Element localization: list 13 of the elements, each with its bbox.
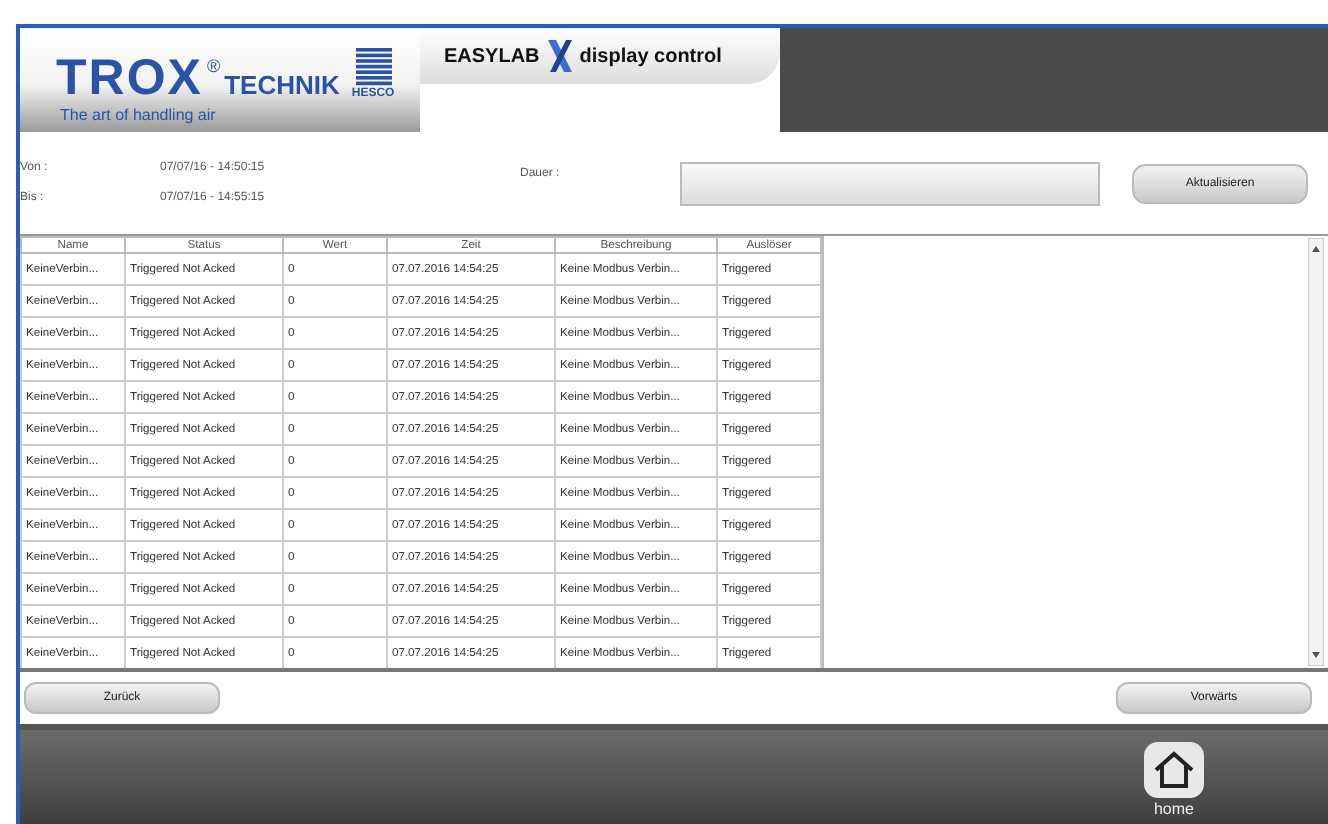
home-label: home — [1153, 800, 1194, 818]
x-logo-icon — [545, 38, 574, 74]
duration-field[interactable] — [680, 161, 1100, 205]
app-subtitle: display control — [579, 45, 722, 67]
scrollbar[interactable] — [1308, 238, 1324, 666]
registered-mark: ® — [206, 56, 221, 76]
home-icon — [1152, 750, 1196, 790]
app-name: EASYLAB — [444, 45, 540, 67]
stripes-icon — [355, 48, 392, 88]
tagline: The art of handling air — [60, 106, 218, 124]
brand-logo: TROX — [56, 56, 203, 100]
home-button[interactable] — [1144, 742, 1204, 798]
brand-name: TECHNIK — [224, 72, 340, 100]
